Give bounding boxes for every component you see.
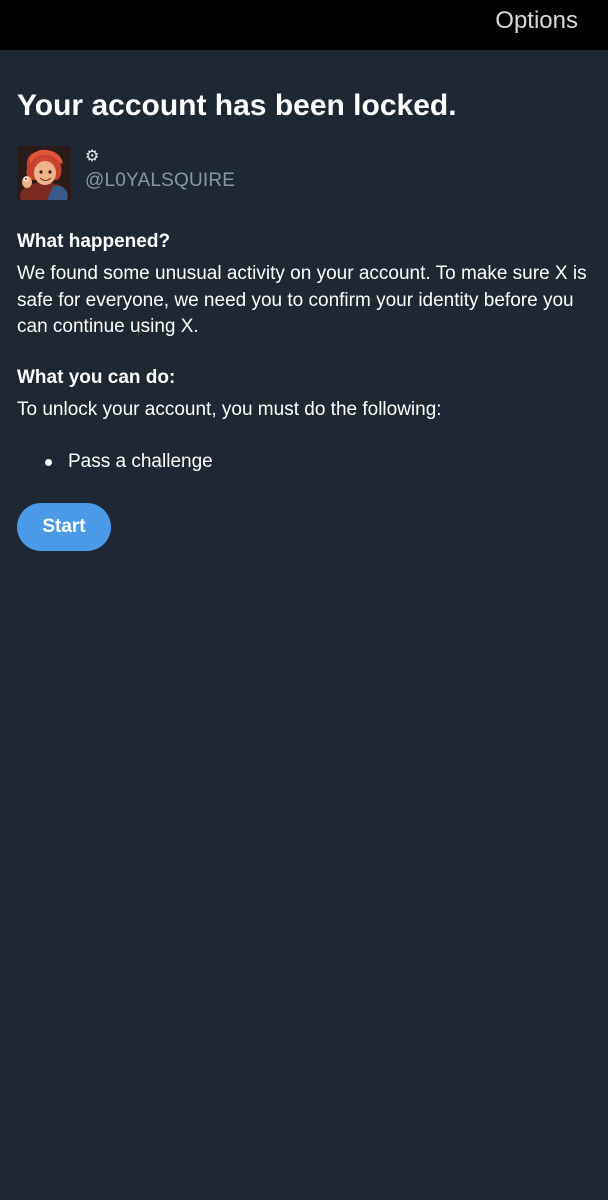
main-content: Your account has been locked. ⚙ @L0YALSQ…	[17, 50, 593, 551]
gear-icon: ⚙	[85, 148, 100, 165]
account-handle: @L0YALSQUIRE	[85, 170, 236, 191]
avatar	[17, 146, 71, 200]
avatar-image	[17, 146, 71, 200]
list-item: Pass a challenge	[17, 449, 593, 475]
top-bar: Options	[0, 0, 608, 50]
start-button[interactable]: Start	[17, 503, 111, 551]
what-happened-heading: What happened?	[17, 231, 171, 252]
options-button[interactable]: Options	[495, 7, 578, 35]
bullet-icon	[45, 459, 52, 466]
requirement-label: Pass a challenge	[68, 451, 213, 472]
page-title: Your account has been locked.	[17, 89, 457, 122]
requirements-list: Pass a challenge	[17, 449, 593, 475]
what-happened-text: We found some unusual activity on your a…	[17, 263, 587, 337]
what-you-can-do-text: To unlock your account, you must do the …	[17, 398, 442, 420]
account-info: ⚙ @L0YALSQUIRE	[17, 146, 593, 202]
what-you-can-do-heading: What you can do:	[17, 366, 176, 388]
